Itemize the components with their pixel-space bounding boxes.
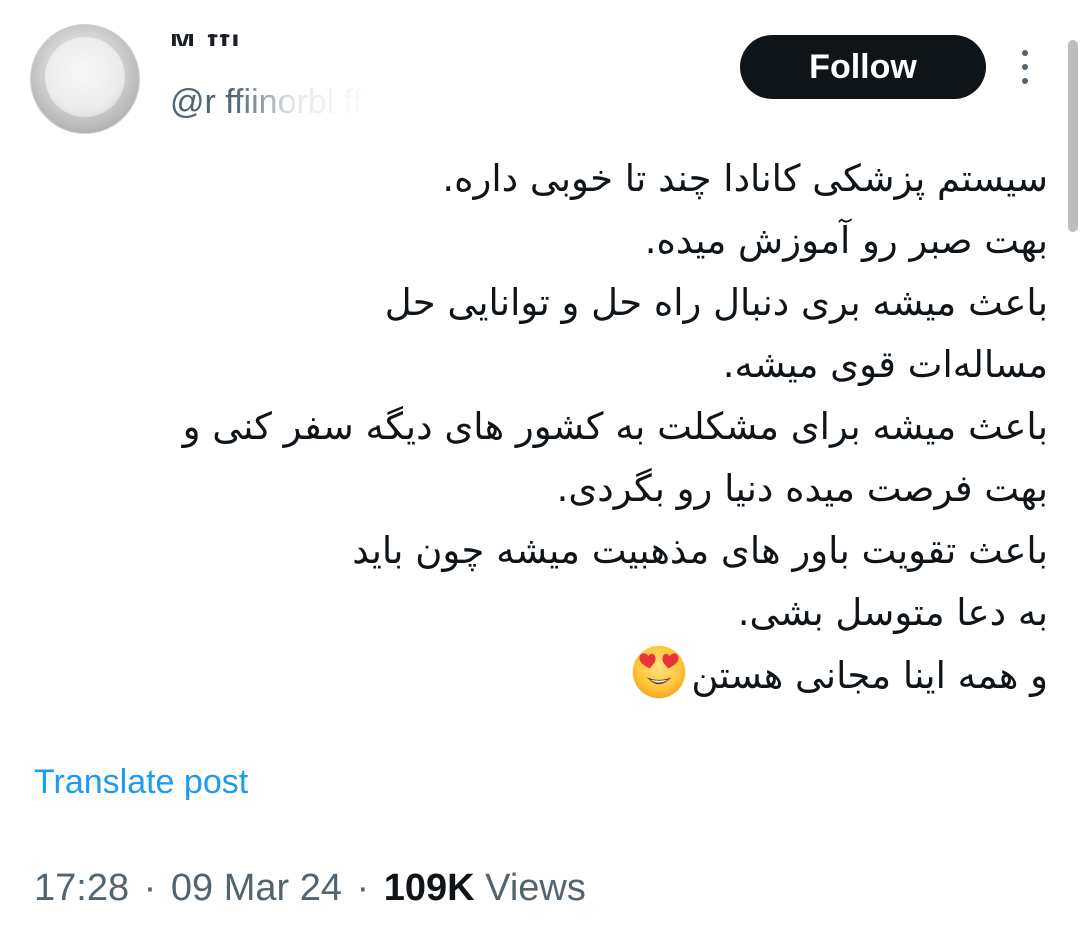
avatar-image <box>45 37 125 117</box>
tweet-meta: 17:28 · 09 Mar 24 · 109K Views <box>34 864 586 912</box>
more-dot <box>1022 50 1028 56</box>
heart-eyes-emoji-icon <box>633 645 686 699</box>
tweet-time[interactable]: 17:28 <box>34 867 129 909</box>
handle-blur <box>235 80 470 124</box>
follow-button[interactable]: Follow <box>740 35 986 99</box>
tweet-text: سیستم پزشکی کانادا چند تا خوبی داره. بهت… <box>48 148 1048 707</box>
tweet-line: به دعا متوسل بشی. <box>737 591 1048 634</box>
more-dot <box>1022 78 1028 84</box>
tweet-line-text: و همه اینا مجانی هستن <box>691 654 1048 697</box>
author-avatar[interactable] <box>30 24 140 134</box>
tweet-line-last: و همه اینا مجانی هستن <box>48 644 1048 707</box>
tweet-line: بهت فرصت میده دنیا رو بگردی. <box>556 467 1048 510</box>
more-options-icon[interactable] <box>1010 44 1040 90</box>
top-edge <box>0 0 1080 10</box>
tweet-line: باعث تقویت باور های مذهبیت میشه چون باید <box>352 529 1048 572</box>
tweet-line: بهت صبر رو آموزش میده. <box>644 219 1048 262</box>
meta-separator: · <box>143 867 157 909</box>
meta-separator: · <box>356 867 370 909</box>
tweet-date[interactable]: 09 Mar 24 <box>171 867 342 909</box>
views-label: Views <box>485 867 586 909</box>
tweet-line: مساله‌ات قوی میشه. <box>722 343 1048 386</box>
more-dot <box>1022 64 1028 70</box>
tweet-line: باعث میشه بری دنبال راه حل و توانایی حل <box>384 281 1048 324</box>
scrollbar[interactable] <box>1068 40 1078 232</box>
translate-post-link[interactable]: Translate post <box>34 760 248 804</box>
tweet-line: باعث میشه برای مشکلت به کشور های دیگه سف… <box>182 405 1048 448</box>
display-name-crop <box>170 24 390 34</box>
views-count[interactable]: 109K <box>384 867 475 909</box>
tweet-line: سیستم پزشکی کانادا چند تا خوبی داره. <box>442 157 1048 200</box>
